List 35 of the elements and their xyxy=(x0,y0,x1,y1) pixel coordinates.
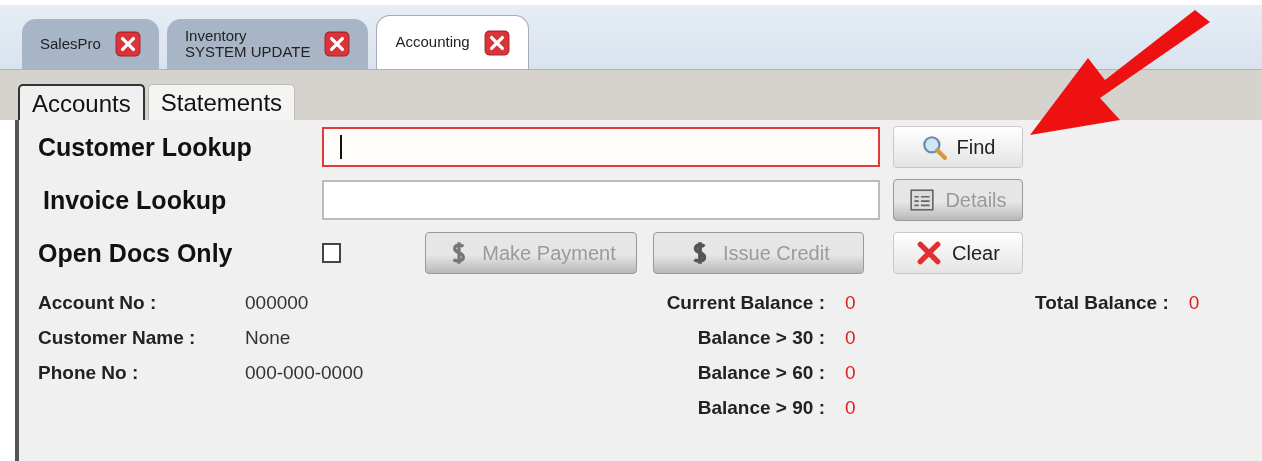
balance-value: 0 xyxy=(845,292,857,314)
info-value: None xyxy=(245,327,292,349)
sub-tab[interactable]: Accounts xyxy=(18,84,145,120)
info-value: 000-000-0000 xyxy=(245,362,365,384)
close-icon[interactable] xyxy=(114,31,141,57)
balance-label: Balance > 60 : xyxy=(696,362,825,384)
close-icon[interactable] xyxy=(483,29,510,56)
info-label: Phone No : xyxy=(38,362,140,384)
app-tab[interactable]: Accounting xyxy=(376,15,529,69)
balance-label: Balance > 30 : xyxy=(696,327,825,349)
close-icon[interactable] xyxy=(324,31,351,57)
info-value: 000000 xyxy=(245,292,310,314)
field-label: Open Docs Only xyxy=(38,238,234,268)
balance-value: 0 xyxy=(845,397,857,419)
input-field[interactable] xyxy=(322,127,880,167)
field-label: Invoice Lookup xyxy=(42,185,228,215)
app-tab[interactable]: Inventory SYSTEM UPDATE xyxy=(166,19,369,69)
field-label: Customer Lookup xyxy=(38,132,253,162)
balance-value: 0 xyxy=(845,362,857,384)
balance-label: Total Balance : xyxy=(1035,292,1169,314)
checkbox[interactable] xyxy=(322,243,342,263)
balance-label: Current Balance : xyxy=(665,292,825,314)
info-label: Customer Name : xyxy=(38,327,197,349)
search-icon xyxy=(920,134,947,160)
balance-value: 0 xyxy=(1188,292,1200,314)
app-tab[interactable]: SalesPro xyxy=(22,19,159,69)
clear-button[interactable]: Clear xyxy=(893,232,1023,274)
balance-label: Balance > 90 : xyxy=(696,397,825,419)
info-label: Account No : xyxy=(38,292,158,314)
find-button[interactable]: Find xyxy=(893,126,1023,168)
list-icon xyxy=(909,187,936,213)
close-icon xyxy=(916,240,943,266)
balance-value: 0 xyxy=(845,327,857,349)
input-field[interactable] xyxy=(322,180,880,220)
sub-tab[interactable]: Statements xyxy=(147,84,296,120)
